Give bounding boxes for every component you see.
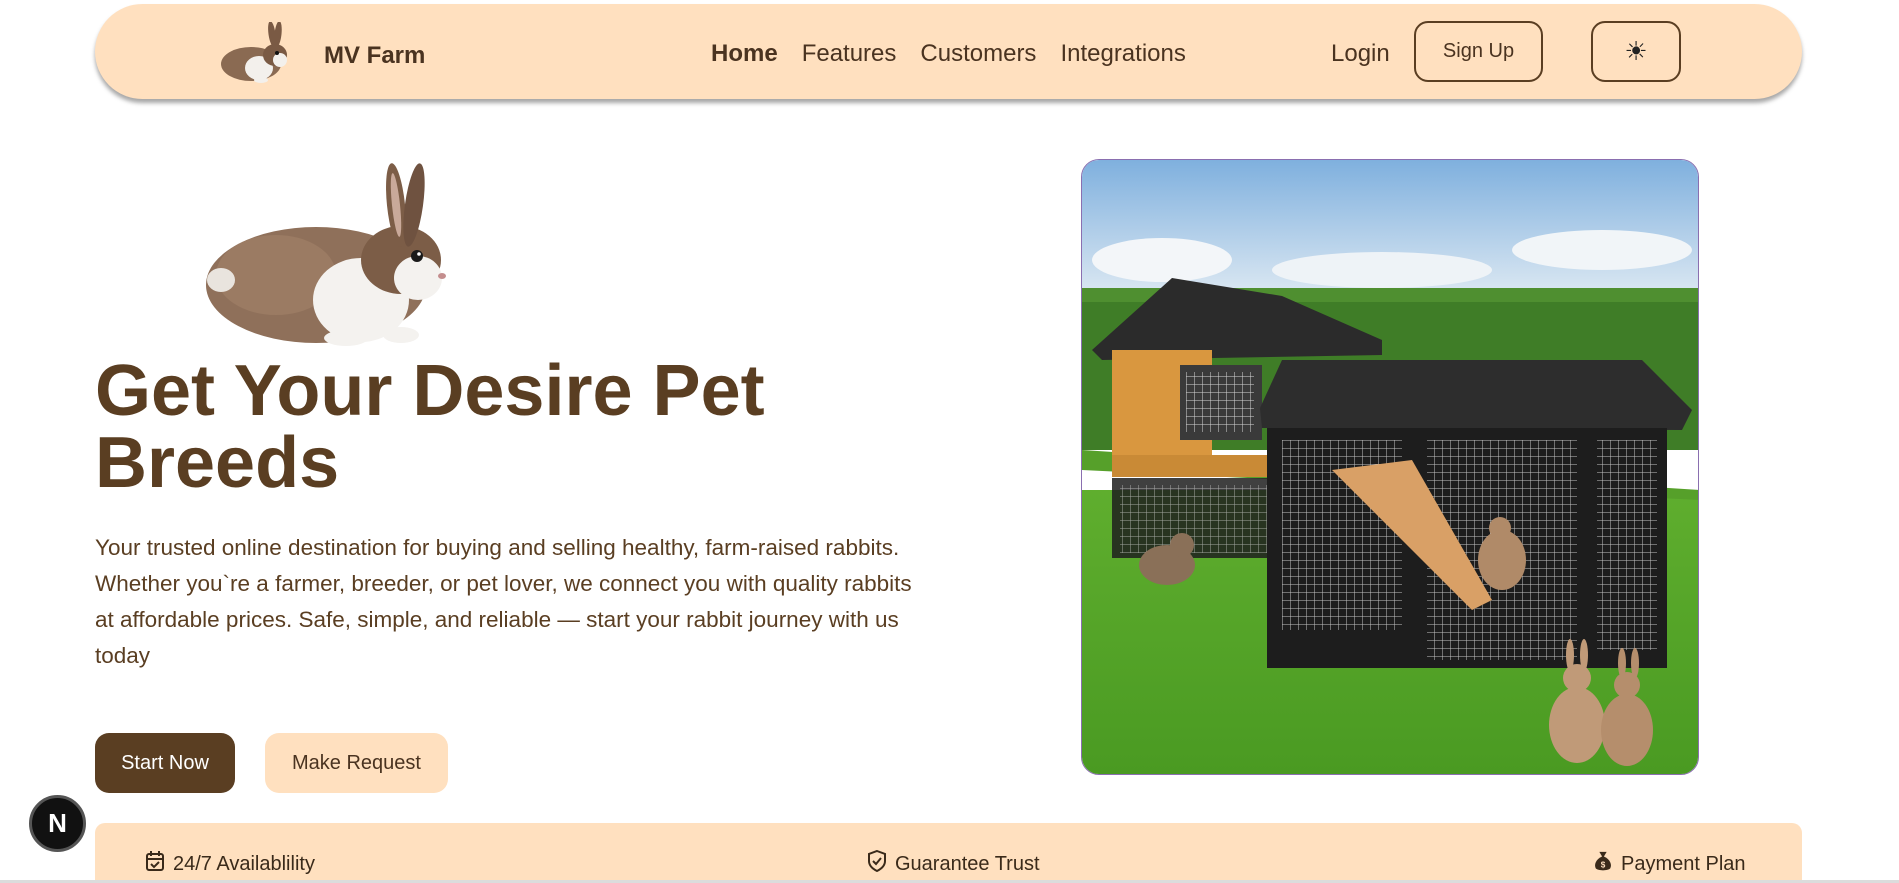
feature-label: Guarantee Trust — [895, 852, 1040, 875]
shield-check-icon — [867, 849, 887, 878]
n-badge-button[interactable]: N — [29, 795, 86, 852]
svg-text:$: $ — [1601, 860, 1606, 869]
money-bag-icon: $ — [1593, 850, 1613, 878]
feature-guarantee: Guarantee Trust — [867, 849, 1040, 878]
rabbit-hutch-image — [1081, 159, 1699, 775]
login-link[interactable]: Login — [1331, 40, 1390, 68]
brand-name[interactable]: MV Farm — [324, 42, 425, 70]
nav-link-integrations[interactable]: Integrations — [1060, 40, 1185, 68]
navbar: MV Farm Home Features Customers Integrat… — [95, 4, 1802, 99]
feature-payment: $ Payment Plan — [1593, 850, 1746, 878]
nav-link-home[interactable]: Home — [711, 40, 778, 68]
theme-toggle-button[interactable]: ☀ — [1591, 21, 1681, 82]
logo-rabbit-image[interactable] — [217, 21, 295, 84]
feature-strip: 24/7 Availablility Guarantee Trust $ Pay… — [95, 823, 1802, 883]
feature-label: Payment Plan — [1621, 852, 1746, 875]
hero-rabbit-image — [196, 160, 481, 350]
make-request-button[interactable]: Make Request — [265, 733, 448, 793]
feature-label: 24/7 Availablility — [173, 852, 315, 875]
nav-link-features[interactable]: Features — [802, 40, 897, 68]
hero-title: Get Your Desire Pet Breeds — [95, 351, 765, 503]
feature-availability: 24/7 Availablility — [145, 850, 315, 878]
sun-icon: ☀ — [1624, 36, 1648, 66]
nav-links: Home Features Customers Integrations — [711, 40, 1186, 68]
signup-button[interactable]: Sign Up — [1414, 21, 1543, 82]
hero-description: Your trusted online destination for buyi… — [95, 535, 912, 668]
start-now-button[interactable]: Start Now — [95, 733, 235, 793]
calendar-check-icon — [145, 850, 165, 878]
nav-link-customers[interactable]: Customers — [920, 40, 1036, 68]
